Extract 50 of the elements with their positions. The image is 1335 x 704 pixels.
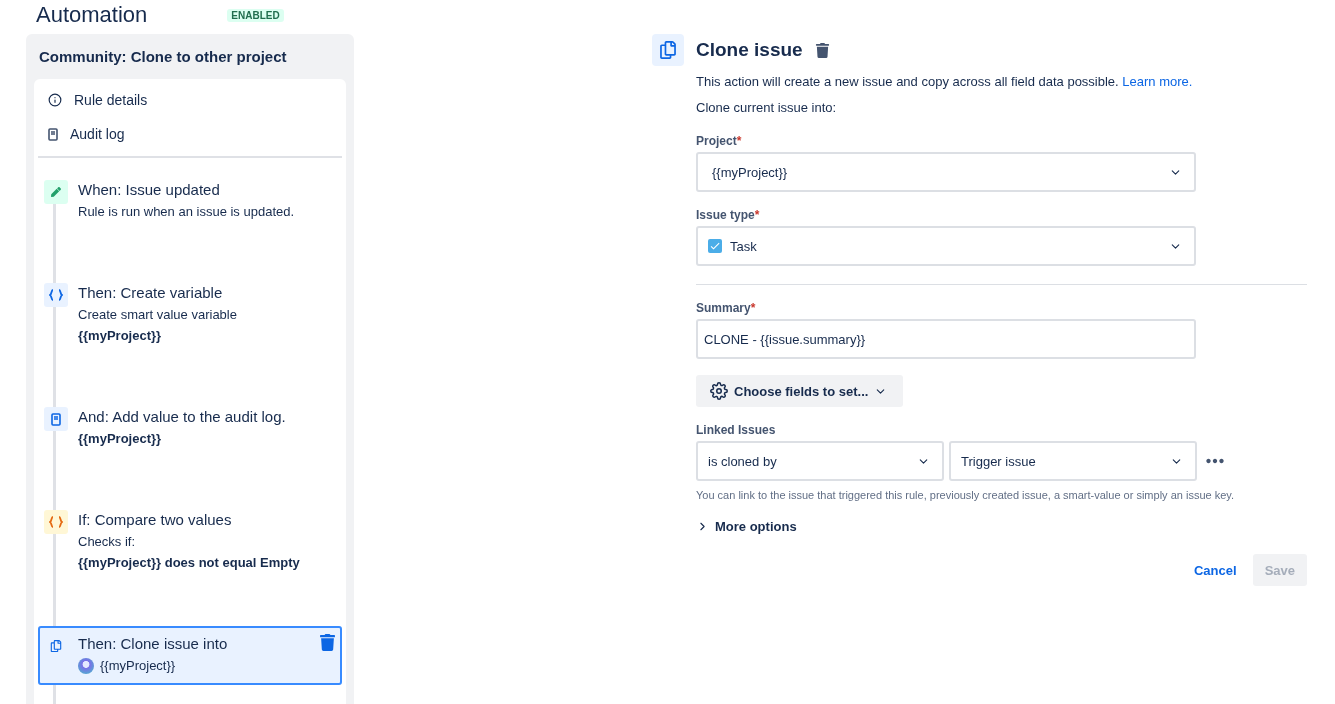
project-name: {{myProject}}: [100, 657, 176, 675]
rule-step[interactable]: When: Issue updated Rule is run when an issue is updated.: [38, 172, 342, 231]
rule-step[interactable]: And: Add value to the audit log. {{myProject}}: [38, 399, 342, 458]
issue-type-select[interactable]: Task: [696, 226, 1196, 266]
step-title: When: Issue updated: [78, 180, 221, 200]
intro-text: Clone current issue into:: [696, 99, 838, 117]
delete-icon[interactable]: [319, 634, 336, 654]
learn-more-link[interactable]: Learn more.: [1122, 74, 1193, 89]
step-title: Then: Create variable: [78, 283, 224, 303]
document-icon: [44, 407, 68, 431]
link-target-select[interactable]: Trigger issue: [949, 441, 1197, 481]
rule-step[interactable]: If: Compare two values Checks if: {{myProject}} does not equal Empty: [38, 502, 342, 582]
copy-icon: [652, 34, 684, 66]
more-options-toggle[interactable]: More options: [696, 519, 797, 534]
field-label: Project*: [696, 134, 743, 148]
step-text: Rule is run when an issue is updated.: [78, 204, 295, 219]
step-text: {{myProject}}: [78, 328, 162, 343]
document-icon: [48, 127, 58, 141]
field-label: Linked Issues: [696, 423, 777, 437]
step-title: If: Compare two values: [78, 510, 233, 530]
step-title: Then: Clone issue into: [78, 634, 229, 654]
info-icon: [48, 93, 62, 107]
step-text: Create smart value variable: [78, 307, 237, 322]
action-title: Clone issue: [696, 39, 803, 61]
field-label: Summary*: [696, 301, 757, 315]
braces-icon: [44, 510, 68, 534]
pencil-icon: [44, 180, 68, 204]
step-text: Checks if:: [78, 534, 136, 549]
settings-icon: [710, 382, 728, 400]
hint-text: You can link to the issue that triggered this rule, previously created issue, a smart-value or simply an issue key.: [696, 489, 1236, 501]
choose-fields-button[interactable]: Choose fields to set...: [696, 375, 904, 407]
rule-step[interactable]: Then: Create variable Create smart value variable {{myProject}}: [38, 275, 342, 355]
step-text: {{myProject}} does not equal Empty: [78, 555, 300, 570]
nav-item[interactable]: Audit log: [38, 117, 342, 151]
description-text: This action will create a new issue and copy across all field data possible. Learn more.: [696, 73, 1194, 91]
nav-item[interactable]: Rule details: [38, 83, 342, 117]
summary-input[interactable]: CLONE - {{issue.summary}}: [696, 319, 1196, 359]
cancel-button[interactable]: Cancel: [1184, 554, 1247, 586]
delete-icon[interactable]: [814, 42, 830, 58]
link-type-select[interactable]: is cloned by: [696, 441, 944, 481]
rule-step[interactable]: Then: Clone issue into {{myProject}}: [38, 626, 342, 685]
project-select[interactable]: {{myProject}}: [696, 152, 1196, 192]
braces-icon: [44, 283, 68, 307]
project-avatar: [78, 658, 94, 674]
field-label: Issue type*: [696, 208, 761, 222]
status-badge: ENABLED: [227, 8, 284, 22]
step-text: {{myProject}}: [78, 431, 162, 446]
rule-name: Community: Clone to other project: [38, 47, 288, 67]
page-title: Automation: [36, 2, 148, 28]
step-title: And: Add value to the audit log.: [78, 407, 287, 427]
